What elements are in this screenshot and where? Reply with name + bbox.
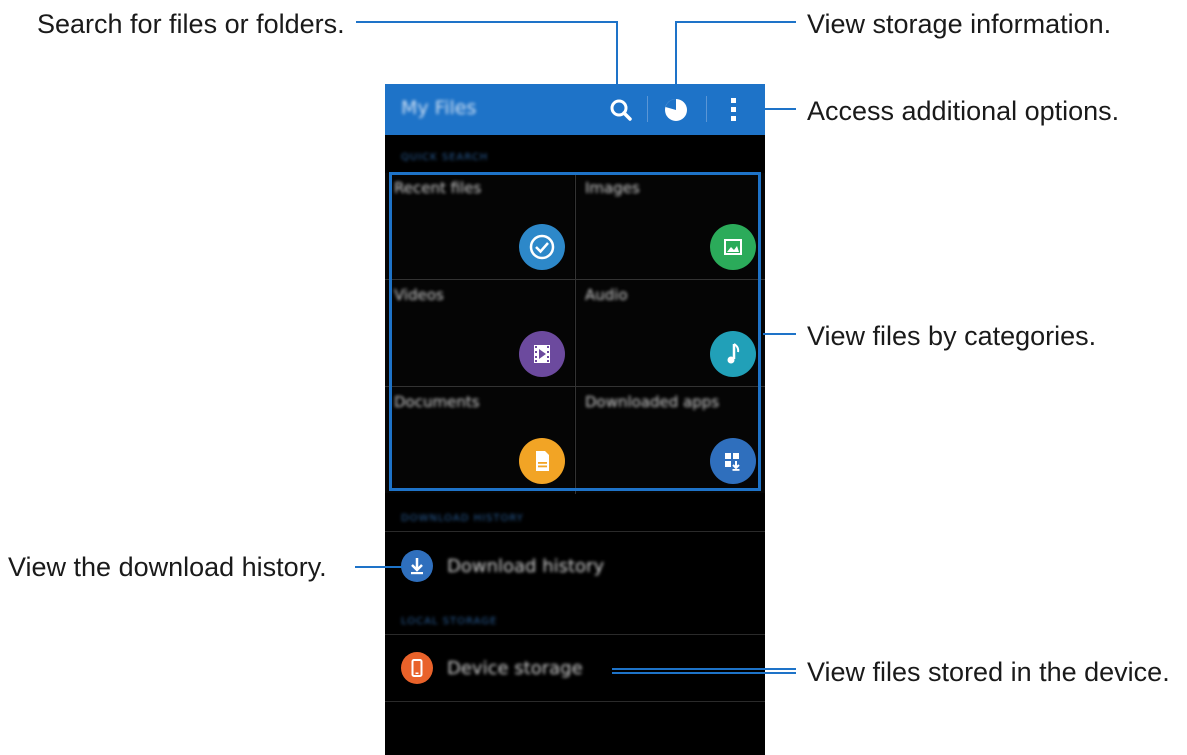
section-download-history: DOWNLOAD HISTORY bbox=[401, 513, 524, 524]
connector-download-history bbox=[355, 566, 403, 568]
phone-icon bbox=[401, 652, 433, 684]
connector-search bbox=[356, 21, 618, 23]
connector-options bbox=[752, 108, 796, 110]
section-local-storage: LOCAL STORAGE bbox=[401, 616, 498, 627]
search-icon[interactable] bbox=[609, 98, 633, 122]
download-history-label: Download history bbox=[447, 556, 605, 577]
connector-search bbox=[616, 21, 618, 96]
divider bbox=[706, 96, 707, 122]
connector-storage bbox=[675, 21, 677, 98]
connector-storage bbox=[675, 21, 796, 23]
app-title: My Files bbox=[401, 97, 477, 119]
callout-device-storage: View files stored in the device. bbox=[807, 657, 1170, 687]
connector-device-storage bbox=[612, 668, 796, 670]
connector-categories bbox=[763, 333, 796, 335]
app-bar: My Files bbox=[385, 84, 765, 135]
callout-storage-info: View storage information. bbox=[807, 9, 1112, 39]
download-history-item[interactable]: Download history bbox=[385, 536, 765, 598]
section-quick-search: QUICK SEARCH bbox=[401, 152, 489, 163]
callout-download-history: View the download history. bbox=[8, 552, 327, 582]
divider bbox=[385, 701, 765, 702]
connector-device-storage bbox=[612, 672, 796, 674]
categories-highlight-box bbox=[389, 172, 761, 491]
more-options-icon[interactable] bbox=[730, 97, 738, 123]
download-icon bbox=[401, 550, 433, 582]
device-storage-label: Device storage bbox=[447, 658, 583, 679]
divider bbox=[647, 96, 648, 122]
pie-chart-icon[interactable] bbox=[663, 97, 689, 123]
divider bbox=[385, 531, 765, 532]
divider bbox=[385, 634, 765, 635]
callout-additional-options: Access additional options. bbox=[807, 96, 1120, 126]
callout-search: Search for files or folders. bbox=[37, 9, 345, 39]
callout-categories: View files by categories. bbox=[807, 321, 1097, 351]
